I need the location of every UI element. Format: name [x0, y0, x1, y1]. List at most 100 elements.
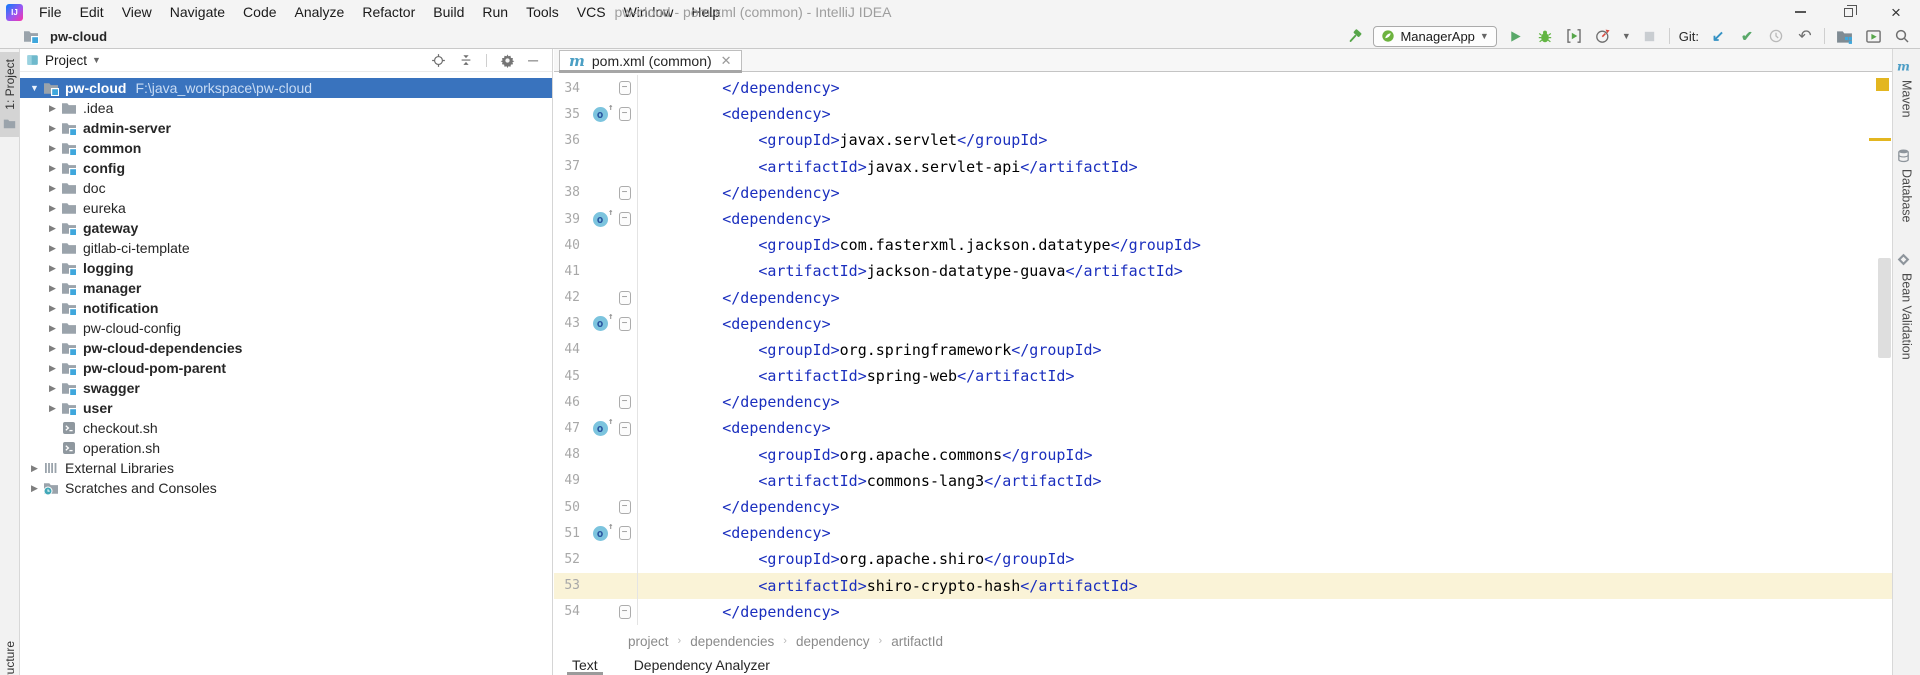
menu-analyze[interactable]: Analyze [286, 0, 354, 24]
fold-marker-icon[interactable]: − [619, 212, 631, 226]
code-text[interactable]: <artifactId>jackson-datatype-guava</arti… [650, 258, 1183, 284]
code-text[interactable]: </dependency> [650, 389, 840, 415]
code-line-39[interactable]: 39o− <dependency> [554, 206, 1892, 232]
stop-button[interactable] [1640, 26, 1660, 46]
fold-marker-icon[interactable]: − [619, 526, 631, 540]
code-line-50[interactable]: 50− </dependency> [554, 494, 1892, 520]
maven-dependency-icon[interactable]: o [593, 316, 608, 331]
tree-item-scratches-and-consoles[interactable]: ▶Scratches and Consoles [20, 478, 552, 498]
tree-item-user[interactable]: ▶user [20, 398, 552, 418]
chevron-collapsed-icon[interactable]: ▶ [44, 283, 61, 294]
menu-view[interactable]: View [113, 0, 161, 24]
tree-item-pw-cloud[interactable]: ▼pw-cloudF:\java_workspace\pw-cloud [20, 78, 552, 98]
menu-refactor[interactable]: Refactor [353, 0, 424, 24]
editor-scrollbar-thumb[interactable] [1878, 258, 1891, 358]
code-line-48[interactable]: 48 <groupId>org.apache.commons</groupId> [554, 442, 1892, 468]
fold-marker-icon[interactable]: − [619, 186, 631, 200]
code-text[interactable]: <dependency> [650, 206, 831, 232]
breadcrumb-dependencies[interactable]: dependencies [690, 634, 774, 649]
code-line-54[interactable]: 54− </dependency> [554, 599, 1892, 625]
code-line-41[interactable]: 41 <artifactId>jackson-datatype-guava</a… [554, 258, 1892, 284]
maven-dependency-icon[interactable]: o [593, 212, 608, 227]
chevron-collapsed-icon[interactable]: ▶ [44, 323, 61, 334]
chevron-collapsed-icon[interactable]: ▶ [44, 383, 61, 394]
chevron-collapsed-icon[interactable]: ▶ [44, 163, 61, 174]
fold-marker-icon[interactable]: − [619, 81, 631, 95]
code-line-37[interactable]: 37 <artifactId>javax.servlet-api</artifa… [554, 154, 1892, 180]
code-text[interactable]: </dependency> [650, 180, 840, 206]
stripe-database-button[interactable]: Database [1896, 148, 1917, 223]
chevron-collapsed-icon[interactable]: ▶ [26, 483, 43, 494]
code-text[interactable]: <dependency> [650, 101, 831, 127]
locate-file-icon[interactable] [431, 53, 446, 68]
menu-file[interactable]: File [30, 0, 71, 24]
code-line-43[interactable]: 43o− <dependency> [554, 311, 1892, 337]
warning-stripe-mark[interactable] [1876, 78, 1889, 91]
code-text[interactable]: <dependency> [650, 415, 831, 441]
chevron-collapsed-icon[interactable]: ▶ [44, 143, 61, 154]
stripe-bean-validation-button[interactable]: Bean Validation [1896, 252, 1917, 360]
code-editor[interactable]: 34− </dependency>35o− <dependency>36 <gr… [554, 72, 1892, 628]
warning-stripe-dash[interactable] [1869, 138, 1891, 141]
chevron-collapsed-icon[interactable]: ▶ [44, 123, 61, 134]
vcs-history-button[interactable] [1766, 26, 1786, 46]
code-line-51[interactable]: 51o− <dependency> [554, 520, 1892, 546]
menu-build[interactable]: Build [424, 0, 473, 24]
run-with-coverage-button[interactable] [1564, 26, 1584, 46]
chevron-collapsed-icon[interactable]: ▶ [26, 463, 43, 474]
code-line-45[interactable]: 45 <artifactId>spring-web</artifactId> [554, 363, 1892, 389]
tree-item-doc[interactable]: ▶doc [20, 178, 552, 198]
menu-run[interactable]: Run [473, 0, 517, 24]
code-text[interactable]: </dependency> [650, 75, 840, 101]
close-button[interactable]: × [1872, 0, 1920, 24]
code-text[interactable]: <artifactId>spring-web</artifactId> [650, 363, 1074, 389]
tree-item-pw-cloud-pom-parent[interactable]: ▶pw-cloud-pom-parent [20, 358, 552, 378]
navbar-project[interactable]: pw-cloud [50, 29, 107, 44]
restore-button[interactable] [1824, 0, 1872, 24]
project-panel-title[interactable]: Project [45, 53, 87, 68]
tree-item-operation-sh[interactable]: operation.sh [20, 438, 552, 458]
code-text[interactable]: <dependency> [650, 520, 831, 546]
code-line-38[interactable]: 38− </dependency> [554, 180, 1892, 206]
code-line-44[interactable]: 44 <groupId>org.springframework</groupId… [554, 337, 1892, 363]
code-text[interactable]: <artifactId>shiro-crypto-hash</artifactI… [650, 573, 1138, 599]
tree-item-swagger[interactable]: ▶swagger [20, 378, 552, 398]
fold-marker-icon[interactable]: − [619, 291, 631, 305]
bottom-tab-text[interactable]: Text [572, 654, 598, 675]
chevron-collapsed-icon[interactable]: ▶ [44, 363, 61, 374]
tree-item-logging[interactable]: ▶logging [20, 258, 552, 278]
code-text[interactable]: <groupId>javax.servlet</groupId> [650, 127, 1047, 153]
bottom-tab-dependency-analyzer[interactable]: Dependency Analyzer [634, 654, 770, 675]
maven-dependency-icon[interactable]: o [593, 526, 608, 541]
breadcrumb-dependency[interactable]: dependency [796, 634, 870, 649]
chevron-collapsed-icon[interactable]: ▶ [44, 223, 61, 234]
chevron-collapsed-icon[interactable]: ▶ [44, 103, 61, 114]
stripe-structure-button[interactable]: Structure [0, 634, 19, 675]
breadcrumb-artifactid[interactable]: artifactId [891, 634, 943, 649]
code-line-49[interactable]: 49 <artifactId>commons-lang3</artifactId… [554, 468, 1892, 494]
code-text[interactable]: </dependency> [650, 285, 840, 311]
chevron-collapsed-icon[interactable]: ▶ [44, 183, 61, 194]
close-tab-icon[interactable]: ✕ [721, 53, 732, 69]
code-line-34[interactable]: 34− </dependency> [554, 75, 1892, 101]
tree-item-external-libraries[interactable]: ▶External Libraries [20, 458, 552, 478]
tree-item-gitlab-ci-template[interactable]: ▶gitlab-ci-template [20, 238, 552, 258]
code-text[interactable]: <groupId>com.fasterxml.jackson.datatype<… [650, 232, 1201, 258]
tree-item-manager[interactable]: ▶manager [20, 278, 552, 298]
code-text[interactable]: <groupId>org.springframework</groupId> [650, 337, 1102, 363]
maven-dependency-icon[interactable]: o [593, 421, 608, 436]
menu-navigate[interactable]: Navigate [161, 0, 234, 24]
hide-panel-icon[interactable]: ─ [528, 52, 538, 68]
code-text[interactable]: <groupId>org.apache.commons</groupId> [650, 442, 1093, 468]
code-line-52[interactable]: 52 <groupId>org.apache.shiro</groupId> [554, 546, 1892, 572]
code-line-42[interactable]: 42− </dependency> [554, 285, 1892, 311]
code-text[interactable]: <groupId>org.apache.shiro</groupId> [650, 546, 1074, 572]
fold-marker-icon[interactable]: − [619, 317, 631, 331]
chevron-collapsed-icon[interactable]: ▶ [44, 403, 61, 414]
minimize-button[interactable] [1776, 0, 1824, 24]
menu-vcs[interactable]: VCS [568, 0, 615, 24]
menu-tools[interactable]: Tools [517, 0, 568, 24]
run-button[interactable] [1506, 26, 1526, 46]
fold-marker-icon[interactable]: − [619, 107, 631, 121]
code-line-46[interactable]: 46− </dependency> [554, 389, 1892, 415]
